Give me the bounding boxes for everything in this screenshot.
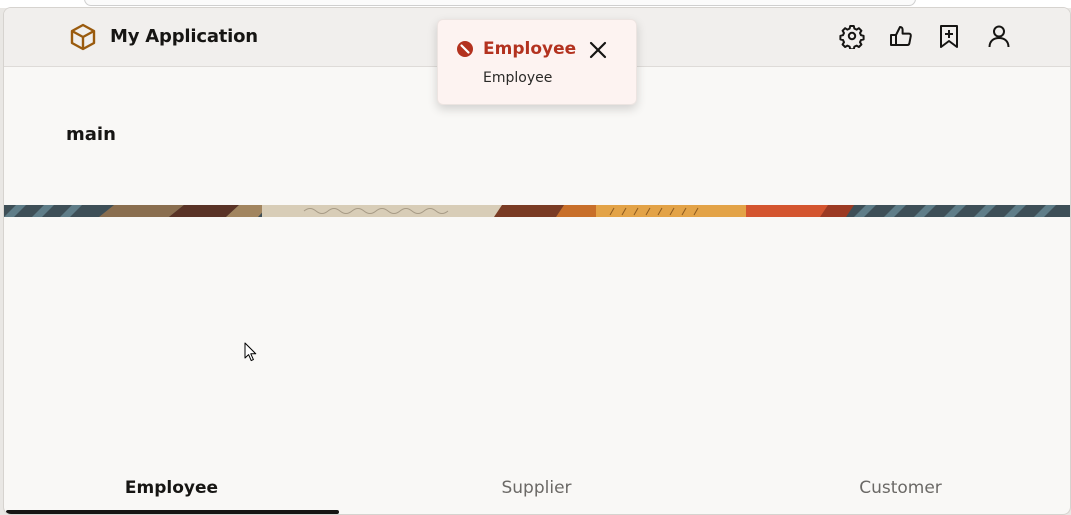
close-icon[interactable]: [588, 40, 608, 60]
user-icon[interactable]: [986, 23, 1012, 49]
settings-icon[interactable]: [839, 23, 865, 49]
tab-employee[interactable]: Employee: [4, 466, 339, 514]
decorative-banner: [4, 205, 1070, 217]
tab-bar: Employee Supplier Customer: [4, 466, 1070, 514]
toast-title: Employee: [483, 39, 577, 59]
toast-message: Employee: [483, 70, 553, 86]
selected-tab-indicator: [6, 510, 339, 514]
box-icon: [70, 23, 96, 51]
page-heading: main: [66, 124, 116, 145]
app-title: My Application: [110, 26, 258, 47]
mouse-cursor-icon: [244, 342, 257, 362]
bookmark-add-icon[interactable]: [936, 23, 962, 49]
address-bar-edge: [84, 0, 916, 6]
error-toast: Employee Employee: [437, 19, 637, 105]
tab-customer[interactable]: Customer: [733, 466, 1068, 514]
thumbs-up-icon[interactable]: [888, 23, 914, 49]
tab-supplier[interactable]: Supplier: [369, 466, 704, 514]
error-icon: [457, 41, 473, 57]
